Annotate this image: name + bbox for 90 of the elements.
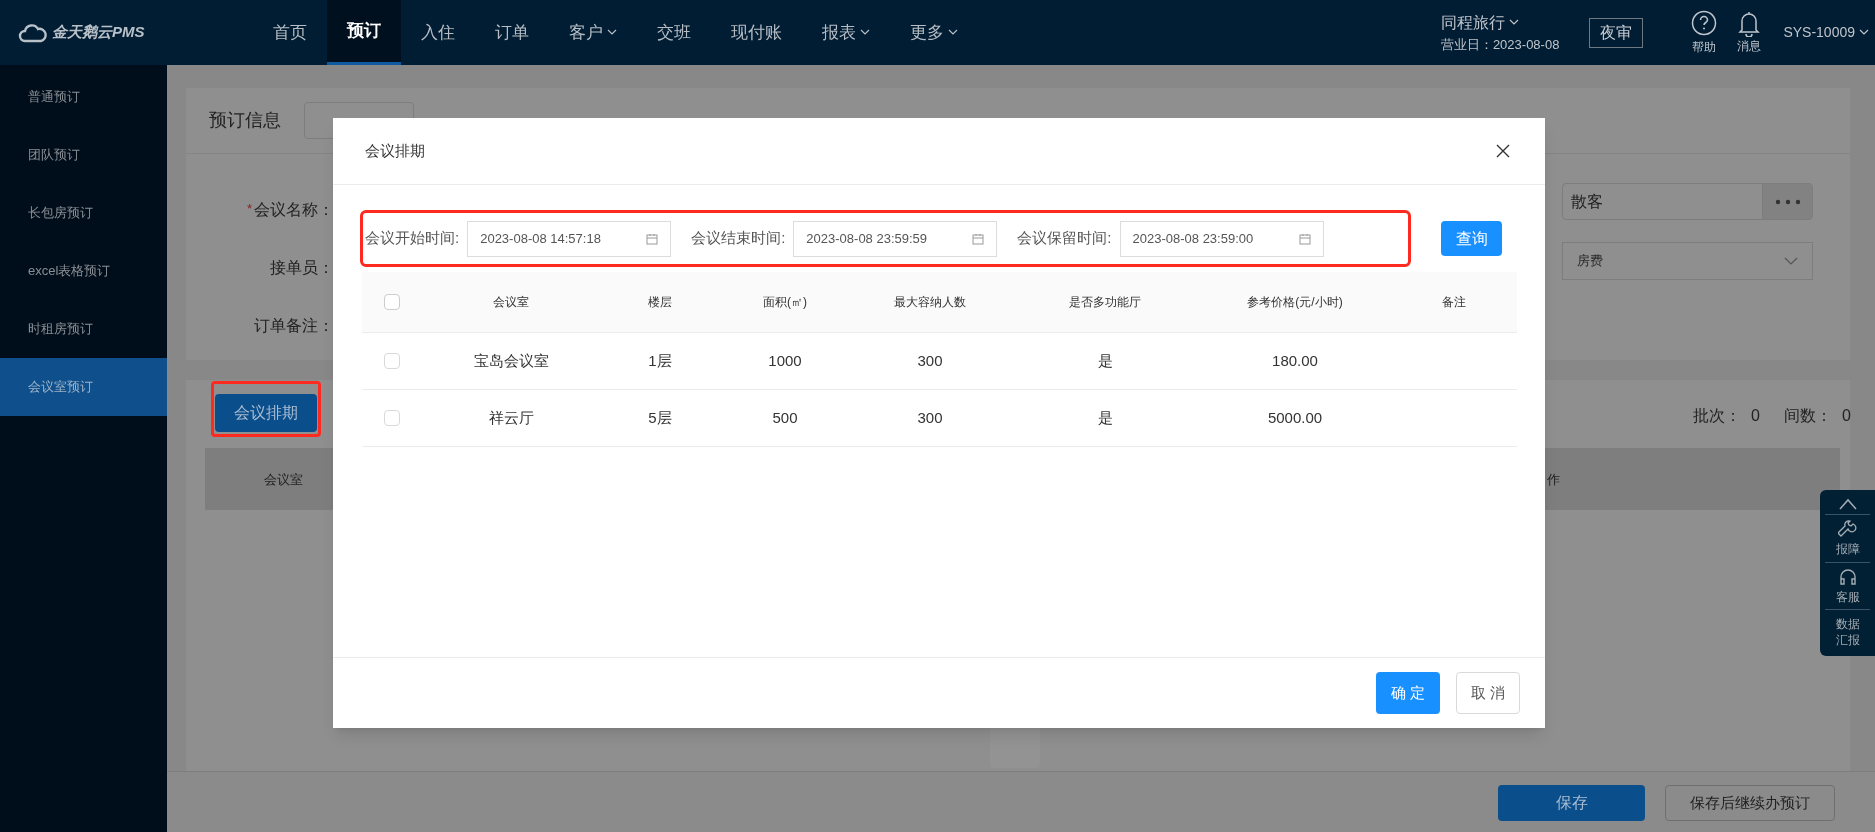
column-header: 会议室 [264, 471, 303, 489]
date-field[interactable]: 2023-08-08 23:59:59 [793, 220, 998, 257]
column-header: 面积(㎡) [763, 294, 807, 311]
sidebar-item[interactable]: 长包房预订 [0, 184, 167, 242]
checkbox[interactable] [384, 353, 400, 369]
save-button[interactable]: 保存 [1498, 785, 1645, 821]
night-audit-button[interactable]: 夜审 [1589, 17, 1644, 48]
close-icon [1496, 144, 1510, 158]
help-icon [1691, 9, 1718, 36]
batch-count: 0 [1751, 406, 1760, 426]
charge-type-dropdown[interactable]: 房费 [1562, 242, 1813, 280]
field-label: 会议名称： [254, 200, 334, 220]
calendar-icon [1298, 232, 1311, 245]
table-cell-text: 祥云厅 [488, 407, 534, 428]
field-label: 订单备注： [254, 316, 334, 336]
checkbox[interactable] [384, 410, 400, 426]
column-header: 是否多功能厅 [1069, 294, 1141, 311]
wrench-icon [1837, 519, 1858, 539]
cloud-icon [18, 22, 48, 43]
field-label: 接单员： [270, 258, 334, 278]
table-cell-text: 是 [1097, 350, 1113, 371]
more-icon [1773, 198, 1802, 205]
table-cell-text: 180.00 [1272, 350, 1318, 371]
schedule-button[interactable]: 会议排期 [215, 394, 317, 432]
nav-tab[interactable]: 预订 [327, 0, 401, 65]
bell-icon [1738, 10, 1761, 37]
nav-tab[interactable]: 更多 [890, 0, 978, 65]
cancel-button[interactable]: 取 消 [1456, 672, 1520, 714]
sidebar-item[interactable]: 会议室预订 [0, 358, 167, 416]
nav-tab[interactable]: 订单 [475, 0, 549, 65]
sidebar-item[interactable]: 时租房预订 [0, 300, 167, 358]
checkbox[interactable] [384, 294, 400, 310]
more-button[interactable] [1762, 184, 1812, 219]
caret-icon [607, 29, 617, 36]
hotel-selector[interactable]: 同程旅行 [1440, 10, 1560, 35]
table-cell-text: 5000.00 [1267, 407, 1323, 428]
caret-icon [948, 29, 958, 36]
messages-button[interactable]: 消息 [1737, 10, 1762, 55]
table-cell-text: 5层 [648, 407, 672, 428]
column-header: 作 [1547, 471, 1560, 489]
nav-tab[interactable]: 首页 [253, 0, 327, 65]
nav-tab[interactable]: 报表 [802, 0, 890, 65]
user-menu[interactable]: SYS-10009 [1783, 22, 1875, 43]
empty-state-drawing [990, 728, 1040, 768]
sidebar-item[interactable]: 普通预订 [0, 68, 167, 126]
column-header: 楼层 [648, 294, 672, 311]
column-header: 会议室 [493, 294, 529, 311]
table-cell-text: 300 [917, 407, 943, 428]
caret-icon [1508, 19, 1519, 27]
column-header: 备注 [1441, 294, 1466, 311]
column-header: 最大容纳人数 [894, 294, 966, 311]
section-title: 预订信息 [209, 109, 281, 132]
date-field[interactable]: 2023-08-08 14:57:18 [467, 220, 672, 257]
chevron-down-icon [1784, 257, 1798, 265]
logo-text: 金天鹅云PMS [52, 22, 145, 43]
table-cell-text: 是 [1097, 407, 1113, 428]
caret-icon [860, 29, 870, 36]
customer-type-field[interactable]: 散客 [1562, 183, 1813, 220]
required-mark: * [247, 200, 253, 218]
column-header: 参考价格(元/小时) [1247, 294, 1343, 311]
batch-count-label: 批次： [1693, 406, 1741, 426]
sidebar-item[interactable]: 团队预订 [0, 126, 167, 184]
nav-tab[interactable]: 入住 [401, 0, 475, 65]
table-cell-text: 宝岛会议室 [473, 350, 549, 371]
side-tool-button[interactable]: 报障 [1825, 514, 1870, 562]
nav-tab[interactable]: 交班 [637, 0, 711, 65]
side-tool-button[interactable]: 客服 [1825, 561, 1870, 610]
business-day: 营业日：2023-08-08 [1440, 34, 1560, 55]
caret-icon [1859, 29, 1869, 36]
field-label: 会议结束时间: [691, 228, 786, 249]
calendar-icon [972, 232, 985, 245]
chevron-up-icon [1838, 498, 1857, 510]
headset-icon [1837, 566, 1858, 587]
nav-tab[interactable]: 客户 [549, 0, 637, 65]
field-label: 会议保留时间: [1017, 228, 1112, 249]
table-cell-text: 1层 [648, 350, 672, 371]
calendar-icon [646, 232, 659, 245]
table-cell-text: 1000 [768, 350, 802, 371]
nav-tab[interactable]: 现付账 [711, 0, 802, 65]
side-tool-button[interactable]: 数据汇报 [1825, 609, 1870, 653]
help-button[interactable]: 帮助 [1691, 9, 1718, 56]
field-label: 会议开始时间: [365, 228, 460, 249]
save-continue-button[interactable]: 保存后继续办预订 [1665, 785, 1835, 821]
table-cell-text: 500 [772, 407, 798, 428]
table-cell-text: 300 [917, 350, 943, 371]
sidebar-item[interactable]: excel表格预订 [0, 242, 167, 300]
date-field[interactable]: 2023-08-08 23:59:00 [1119, 220, 1324, 257]
room-count-label: 间数： [1783, 406, 1832, 426]
room-count: 0 [1841, 406, 1851, 426]
dialog-title: 会议排期 [365, 140, 425, 161]
